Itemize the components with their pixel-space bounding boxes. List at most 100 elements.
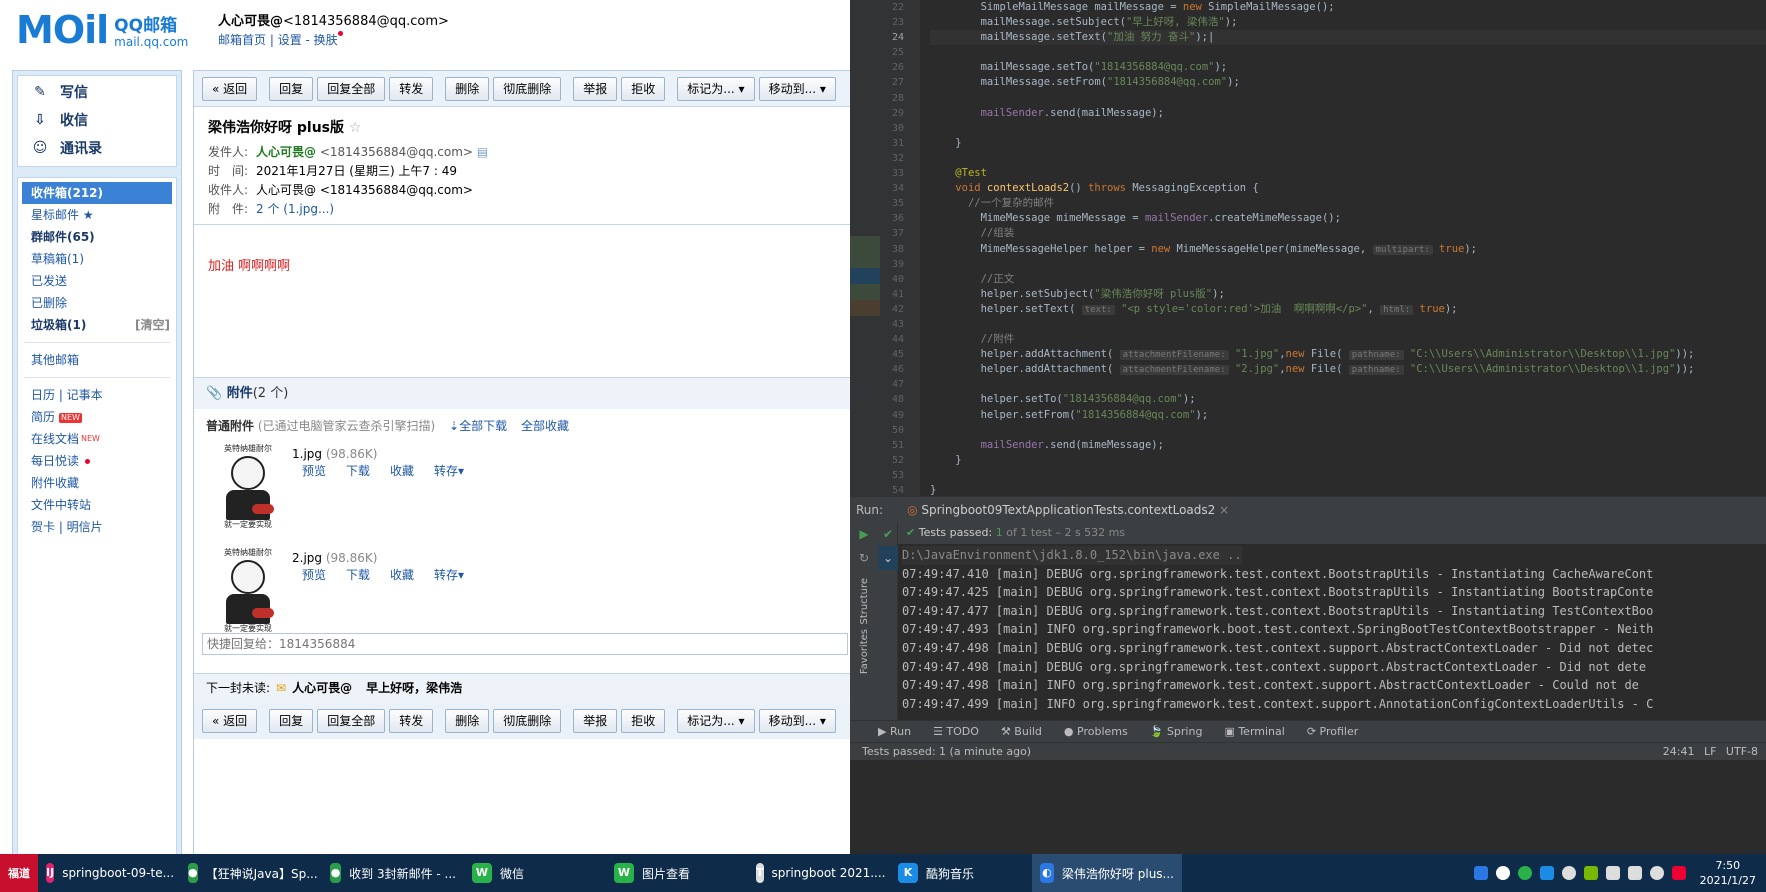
receive-button[interactable]: ⇩ 收信 <box>18 106 176 134</box>
attachment-thumbnail[interactable]: 英特纳雄耐尔 就一定要实现 <box>216 548 280 636</box>
favorites-tab[interactable]: Favorites <box>859 629 870 674</box>
qqmail-logo[interactable]: MOil QQ邮箱 mail.qq.com <box>16 10 188 50</box>
tool-window-tab[interactable]: ▶ Run <box>878 725 911 738</box>
network-icon[interactable] <box>1561 866 1576 880</box>
toolbar-button[interactable]: 标记为... ▾ <box>677 709 755 733</box>
toolbar-button[interactable]: 移动到... ▾ <box>758 709 836 733</box>
toolbar-button[interactable]: 彻底删除 <box>493 76 562 101</box>
console-output[interactable]: D:\JavaEnvironment\jdk1.8.0_152\bin\java… <box>902 546 1766 713</box>
taskbar-app[interactable]: ◐ 梁伟浩你好呀 plus... <box>1032 854 1182 892</box>
folder-item[interactable]: 草稿箱(1) <box>18 248 176 270</box>
attachment-name[interactable]: 1.jpg <box>292 447 322 461</box>
rerun-failed-icon[interactable]: ↻ <box>850 546 878 570</box>
folder-item[interactable]: 已发送 <box>18 270 176 292</box>
toolbar-button[interactable]: « 返回 <box>202 709 258 733</box>
code-line[interactable]: mailSender.send(mailMessage); <box>930 106 1766 121</box>
attachment-action[interactable]: 收藏 <box>390 464 414 478</box>
rerun-icon[interactable]: ▶ <box>850 522 878 546</box>
code-line[interactable] <box>930 423 1766 438</box>
attachment-action[interactable]: 收藏 <box>390 568 414 582</box>
wechat-icon[interactable] <box>1517 866 1532 880</box>
empty-trash-link[interactable]: [清空] <box>135 314 170 336</box>
attachment-action[interactable]: 预览 <box>302 464 326 478</box>
tool-window-tab[interactable]: ⚒ Build <box>1001 725 1042 738</box>
code-line[interactable] <box>930 151 1766 166</box>
toolbar-button[interactable]: 回复全部 <box>317 709 386 733</box>
taskbar-app[interactable]: ● 收到 3封新邮件 - ... <box>322 854 464 892</box>
close-circle-icon[interactable] <box>1649 866 1664 880</box>
start-button[interactable]: 福道 <box>0 854 38 892</box>
tool-window-tab[interactable]: 🍃 Spring <box>1150 725 1203 738</box>
toolbar-button[interactable]: 转发 <box>389 709 434 733</box>
check-icon[interactable]: ✔ <box>878 522 898 546</box>
attachment-name[interactable]: 2.jpg <box>292 551 322 565</box>
code-line[interactable]: helper.setText( text: "<p style='color:r… <box>930 302 1766 317</box>
code-line[interactable]: } <box>930 136 1766 151</box>
code-line[interactable]: MimeMessage mimeMessage = mailSender.cre… <box>930 211 1766 226</box>
code-line[interactable] <box>930 317 1766 332</box>
toolbar-button[interactable]: 删除 <box>445 76 490 101</box>
tool-window-tab[interactable]: ⟳ Profiler <box>1307 725 1358 738</box>
run-config-tab[interactable]: ◎ Springboot09TextApplicationTests.conte… <box>899 497 1238 525</box>
shield-icon[interactable] <box>1473 866 1488 880</box>
download-all-link[interactable]: ⇣全部下载 <box>449 419 507 433</box>
attachment-action[interactable]: 下载 <box>346 568 370 582</box>
code-line[interactable] <box>930 377 1766 392</box>
skin-link[interactable]: 换肤 <box>314 33 338 47</box>
attachment-summary[interactable]: 2 个 (1.jpg...) <box>256 202 334 216</box>
toolbar-button[interactable]: 拒收 <box>621 709 666 733</box>
code-line[interactable]: SimpleMailMessage mailMessage = new Simp… <box>930 0 1766 15</box>
attachment-action[interactable]: 预览 <box>302 568 326 582</box>
code-line[interactable]: MimeMessageHelper helper = new MimeMessa… <box>930 242 1766 257</box>
close-tab-icon[interactable]: × <box>1219 503 1229 517</box>
taskbar-app[interactable]: K 酷狗音乐 <box>890 854 1032 892</box>
code-line[interactable] <box>930 468 1766 483</box>
quick-reply-input[interactable] <box>202 633 848 655</box>
star-icon[interactable]: ☆ <box>349 120 362 136</box>
code-line[interactable]: //附件 <box>930 332 1766 347</box>
attachment-action[interactable]: 转存▾ <box>434 568 464 582</box>
folder-item[interactable]: 日历 | 记事本 <box>18 384 176 406</box>
code-area[interactable]: SimpleMailMessage mailMessage = new Simp… <box>930 0 1766 498</box>
code-line[interactable]: } <box>930 453 1766 468</box>
code-line[interactable]: mailMessage.setText("加油 努力 奋斗");| <box>930 30 1766 46</box>
taskbar-app[interactable]: ● 【狂神说Java】Sp... <box>180 854 322 892</box>
tool-window-tab[interactable]: ☰ TODO <box>933 725 979 738</box>
code-line[interactable]: helper.addAttachment( attachmentFilename… <box>930 362 1766 377</box>
folder-item[interactable]: 已删除 <box>18 292 176 314</box>
folder-item[interactable]: 垃圾箱(1) [清空] <box>18 314 176 336</box>
folder-item[interactable]: 文件中转站 <box>18 494 176 516</box>
folder-item[interactable]: 附件收藏 <box>18 472 176 494</box>
tool-window-tab[interactable]: ▣ Terminal <box>1224 725 1284 738</box>
sogou-icon[interactable] <box>1671 866 1686 880</box>
compose-button[interactable]: ✎ 写信 <box>18 78 176 106</box>
taskbar-app[interactable]: W 图片查看 <box>606 854 748 892</box>
code-line[interactable]: mailMessage.setTo("1814356884@qq.com"); <box>930 60 1766 75</box>
toolbar-button[interactable]: 回复 <box>269 76 314 101</box>
folder-item[interactable]: 收件箱(212) <box>22 182 172 204</box>
code-line[interactable]: helper.setFrom("1814356884@qq.com"); <box>930 408 1766 423</box>
mail-home-link[interactable]: 邮箱首页 <box>218 33 266 47</box>
collapse-icon[interactable]: ⌄ <box>878 546 898 570</box>
code-line[interactable] <box>930 257 1766 272</box>
toolbar-button[interactable]: « 返回 <box>202 76 258 101</box>
code-line[interactable]: helper.setSubject("梁伟浩你好呀 plus版"); <box>930 287 1766 302</box>
qq-icon[interactable] <box>1495 866 1510 880</box>
toolbar-button[interactable]: 彻底删除 <box>493 709 562 733</box>
tool-window-tab[interactable]: ● Problems <box>1064 725 1128 738</box>
nvidia-icon[interactable] <box>1583 866 1598 880</box>
code-editor[interactable]: 22 23 24 25 26 27 28 29 30 31 32 33 34 35 36 37 38 39 40 41… <box>850 0 1766 496</box>
code-line[interactable] <box>930 91 1766 106</box>
taskbar-app[interactable]: W 微信 <box>464 854 606 892</box>
kugou-icon[interactable] <box>1539 866 1554 880</box>
code-line[interactable]: //正文 <box>930 272 1766 287</box>
folder-item[interactable]: 群邮件(65) <box>18 226 176 248</box>
toolbar-button[interactable]: 回复 <box>269 709 314 733</box>
next-unread-from[interactable]: 人心可畏@ <box>292 681 352 695</box>
folder-item[interactable]: 星标邮件 ★ <box>18 204 176 226</box>
structure-tab[interactable]: Structure <box>859 578 870 625</box>
code-line[interactable]: helper.setTo("1814356884@qq.com"); <box>930 392 1766 407</box>
folder-item[interactable]: 其他邮箱 <box>18 349 176 371</box>
taskbar-app[interactable]: Tspringboot 2021.... <box>748 854 890 892</box>
volume-icon[interactable] <box>1605 866 1620 880</box>
